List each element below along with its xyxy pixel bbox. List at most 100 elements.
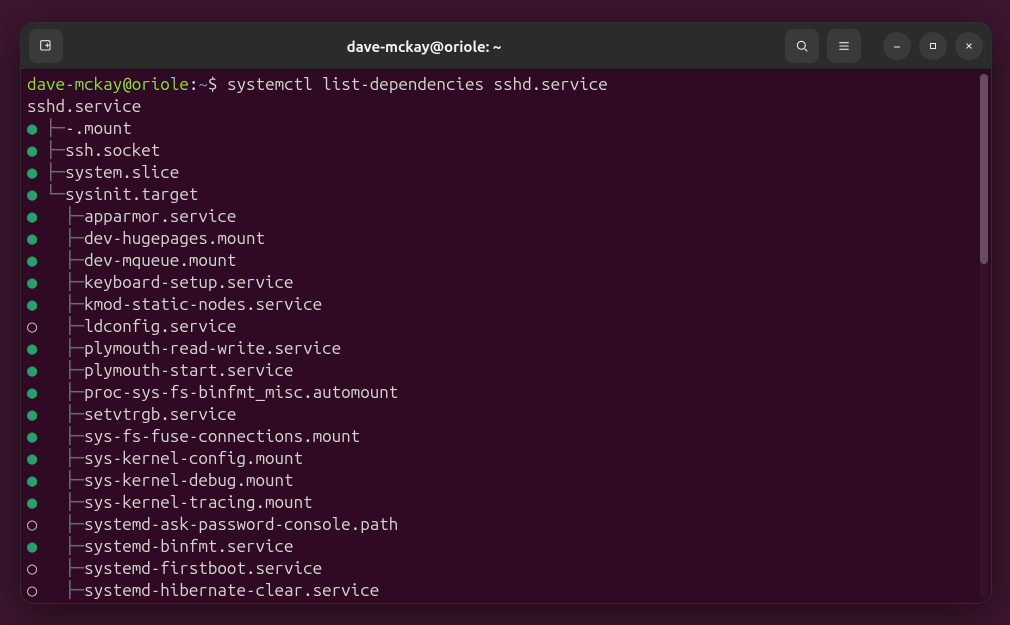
tree-branch: ├─ <box>37 295 85 314</box>
unit-name: dev-hugepages.mount <box>84 229 265 248</box>
tree-branch: ├─ <box>37 339 85 358</box>
unit-name: sys-fs-fuse-connections.mount <box>84 427 360 446</box>
unit-name: kmod-static-nodes.service <box>84 295 322 314</box>
unit-name: plymouth-start.service <box>84 361 293 380</box>
tree-branch: ├─ <box>37 427 85 446</box>
unit-name: system.slice <box>65 163 179 182</box>
scrollbar-thumb[interactable] <box>980 74 988 264</box>
status-dot-active-icon: ● <box>27 360 37 382</box>
new-tab-button[interactable] <box>29 29 63 63</box>
status-dot-active-icon: ● <box>27 272 37 294</box>
tree-row: ● ├─keyboard-setup.service <box>27 272 985 294</box>
tree-branch: ├─ <box>37 581 85 600</box>
close-icon <box>963 40 975 52</box>
unit-name: systemd-firstboot.service <box>84 559 322 578</box>
tree-branch: ├─ <box>37 141 66 160</box>
status-dot-active-icon: ● <box>27 338 37 360</box>
status-dot-active-icon: ● <box>27 382 37 404</box>
tree-branch: ├─ <box>37 119 66 138</box>
tree-branch: ├─ <box>37 537 85 556</box>
unit-name: dev-mqueue.mount <box>84 251 236 270</box>
dependency-tree: ● ├─-.mount● ├─ssh.socket● ├─system.slic… <box>27 118 985 602</box>
minimize-icon <box>891 40 903 52</box>
unit-name: -.mount <box>65 119 132 138</box>
status-dot-inactive-icon: ○ <box>27 580 37 602</box>
status-dot-active-icon: ● <box>27 536 37 558</box>
tree-branch: ├─ <box>37 449 85 468</box>
tree-row: ● ├─kmod-static-nodes.service <box>27 294 985 316</box>
maximize-button[interactable] <box>919 32 947 60</box>
status-dot-inactive-icon: ○ <box>27 514 37 536</box>
tree-row: ● ├─-.mount <box>27 118 985 140</box>
unit-name: sys-kernel-config.mount <box>84 449 303 468</box>
unit-name: systemd-ask-password-console.path <box>84 515 398 534</box>
unit-name: sys-kernel-tracing.mount <box>84 493 312 512</box>
tree-row: ● ├─plymouth-start.service <box>27 360 985 382</box>
status-dot-active-icon: ● <box>27 140 37 162</box>
tree-row: ● ├─sys-fs-fuse-connections.mount <box>27 426 985 448</box>
status-dot-active-icon: ● <box>27 118 37 140</box>
tree-branch: ├─ <box>37 207 85 226</box>
search-button[interactable] <box>785 29 819 63</box>
status-dot-active-icon: ● <box>27 470 37 492</box>
prompt-line: dave-mckay@oriole:~$ systemctl list-depe… <box>27 74 985 96</box>
tree-row: ● ├─sys-kernel-tracing.mount <box>27 492 985 514</box>
unit-name: ssh.socket <box>65 141 160 160</box>
tree-branch: └─ <box>37 185 66 204</box>
tree-branch: ├─ <box>37 559 85 578</box>
minimize-button[interactable] <box>883 32 911 60</box>
window-title: dave-mckay@oriole: ~ <box>71 38 777 55</box>
close-button[interactable] <box>955 32 983 60</box>
maximize-icon <box>927 40 939 52</box>
status-dot-active-icon: ● <box>27 228 37 250</box>
status-dot-active-icon: ● <box>27 492 37 514</box>
tree-branch: ├─ <box>37 471 85 490</box>
status-dot-active-icon: ● <box>27 404 37 426</box>
tree-branch: ├─ <box>37 493 85 512</box>
hamburger-menu-button[interactable] <box>827 29 861 63</box>
tree-branch: ├─ <box>37 515 85 534</box>
search-icon <box>794 38 810 54</box>
status-dot-inactive-icon: ○ <box>27 316 37 338</box>
unit-name: sys-kernel-debug.mount <box>84 471 293 490</box>
status-dot-active-icon: ● <box>27 250 37 272</box>
unit-name: systemd-binfmt.service <box>84 537 293 556</box>
titlebar: dave-mckay@oriole: ~ <box>21 23 991 70</box>
status-dot-active-icon: ● <box>27 448 37 470</box>
unit-name: sysinit.target <box>65 185 198 204</box>
unit-name: systemd-hibernate-clear.service <box>84 581 379 600</box>
unit-name: setvtrgb.service <box>84 405 236 424</box>
tree-branch: ├─ <box>37 163 66 182</box>
status-dot-active-icon: ● <box>27 184 37 206</box>
prompt-path: ~ <box>198 75 208 94</box>
prompt-user: dave-mckay <box>27 75 122 94</box>
tree-branch: ├─ <box>37 361 85 380</box>
unit-name: ldconfig.service <box>84 317 236 336</box>
tree-row: ● ├─sys-kernel-debug.mount <box>27 470 985 492</box>
tree-row: ● └─sysinit.target <box>27 184 985 206</box>
tree-row: ○ ├─systemd-ask-password-console.path <box>27 514 985 536</box>
status-dot-active-icon: ● <box>27 294 37 316</box>
prompt-host: oriole <box>132 75 189 94</box>
tree-branch: ├─ <box>37 405 85 424</box>
command-text: systemctl list-dependencies sshd.service <box>227 75 608 94</box>
tree-row: ○ ├─systemd-hibernate-clear.service <box>27 580 985 602</box>
tree-row: ○ ├─ldconfig.service <box>27 316 985 338</box>
tree-row: ● ├─ssh.socket <box>27 140 985 162</box>
tree-row: ● ├─proc-sys-fs-binfmt_misc.automount <box>27 382 985 404</box>
status-dot-active-icon: ● <box>27 206 37 228</box>
tree-row: ● ├─apparmor.service <box>27 206 985 228</box>
status-dot-inactive-icon: ○ <box>27 558 37 580</box>
tree-branch: ├─ <box>37 229 85 248</box>
terminal-body[interactable]: dave-mckay@oriole:~$ systemctl list-depe… <box>21 70 991 603</box>
tree-row: ● ├─dev-hugepages.mount <box>27 228 985 250</box>
scrollbar[interactable] <box>980 74 988 599</box>
status-dot-active-icon: ● <box>27 162 37 184</box>
tree-row: ● ├─setvtrgb.service <box>27 404 985 426</box>
tree-branch: ├─ <box>37 273 85 292</box>
new-tab-icon <box>38 38 54 54</box>
tree-row: ● ├─system.slice <box>27 162 985 184</box>
tree-row: ● ├─dev-mqueue.mount <box>27 250 985 272</box>
tree-row: ● ├─sys-kernel-config.mount <box>27 448 985 470</box>
tree-branch: ├─ <box>37 383 85 402</box>
